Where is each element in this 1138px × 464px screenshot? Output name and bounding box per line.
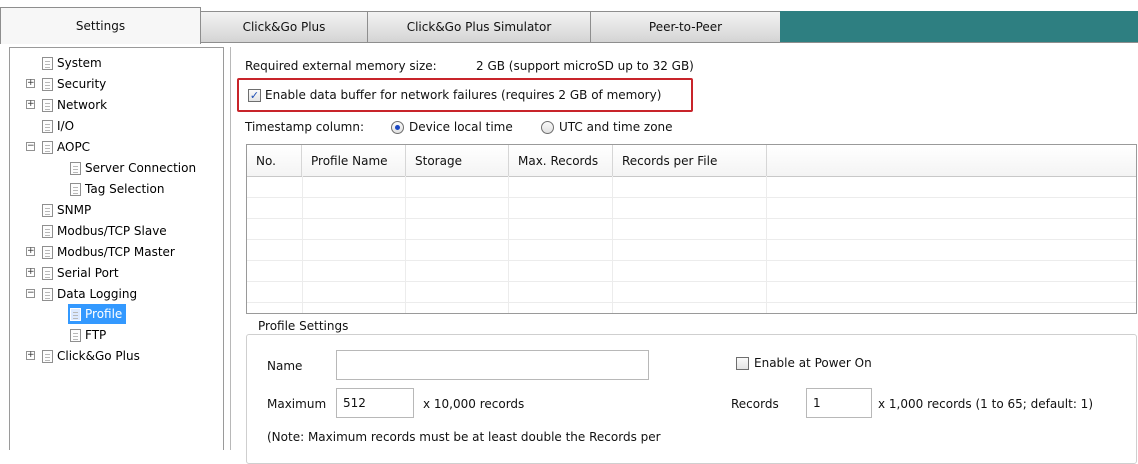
page-icon	[70, 328, 81, 342]
page-icon	[42, 98, 53, 112]
page-icon	[42, 287, 53, 301]
expand-icon[interactable]: +	[26, 79, 35, 88]
column-header-no[interactable]: No.	[247, 145, 302, 176]
tab-bar: Settings Click&Go Plus Click&Go Plus Sim…	[0, 0, 1138, 44]
tab-bar-filler	[780, 11, 1138, 43]
tree-item-click-go-plus[interactable]: Click&Go Plus	[42, 346, 140, 366]
tree-item-label: AOPC	[57, 140, 91, 154]
timestamp-label: Timestamp column:	[245, 120, 365, 134]
expand-icon[interactable]: +	[26, 351, 35, 360]
enable-at-power-on-label: Enable at Power On	[754, 356, 872, 370]
tree-item-ftp[interactable]: FTP	[70, 325, 106, 345]
tab-settings[interactable]: Settings	[0, 7, 201, 44]
tree-item-label: Tag Selection	[85, 182, 165, 196]
tree-item-label: Modbus/TCP Slave	[57, 224, 167, 238]
expand-icon[interactable]: +	[26, 100, 35, 109]
column-header-storage[interactable]: Storage	[406, 145, 509, 176]
tree-item-label: FTP	[85, 328, 107, 342]
profile-settings-panel: Required external memory size: 2 GB (sup…	[230, 47, 1138, 464]
tree-item-label: Data Logging	[57, 287, 138, 301]
grid-line	[247, 281, 1136, 282]
tree-item-aopc[interactable]: AOPC	[42, 137, 90, 157]
tree-item-label: Modbus/TCP Master	[57, 245, 175, 259]
tree-item-tag-selection[interactable]: Tag Selection	[70, 179, 164, 199]
page-icon	[42, 349, 53, 363]
page-icon	[70, 307, 81, 321]
records-input[interactable]: 1	[806, 388, 872, 418]
page-icon	[42, 119, 53, 133]
grid-line	[247, 197, 1136, 198]
tree-item-modbus-tcp-slave[interactable]: Modbus/TCP Slave	[42, 221, 167, 241]
memory-size-label: Required external memory size:	[245, 59, 437, 73]
tree-item-security[interactable]: Security	[42, 74, 106, 94]
page-icon	[42, 245, 53, 259]
tree-item-label: Profile	[85, 307, 123, 321]
maximum-records-note: (Note: Maximum records must be at least …	[267, 430, 661, 444]
tree-item-profile[interactable]: Profile	[68, 304, 127, 324]
tree-item-label: Security	[57, 77, 107, 91]
tree-item-server-connection[interactable]: Server Connection	[70, 158, 196, 178]
column-header-profile-name[interactable]: Profile Name	[302, 145, 406, 176]
maximum-unit: x 10,000 records	[423, 397, 525, 411]
name-label: Name	[267, 359, 303, 373]
profiles-table[interactable]: No. Profile Name Storage Max. Records Re…	[246, 144, 1137, 314]
collapse-icon[interactable]: −	[26, 142, 35, 151]
tab-divider	[200, 42, 1138, 43]
maximum-label: Maximum	[267, 397, 327, 411]
tab-peer-to-peer[interactable]: Peer-to-Peer	[590, 11, 781, 43]
navigation-tree: System + Security + Network I/O − AOPC S…	[9, 47, 224, 450]
collapse-icon[interactable]: −	[26, 289, 35, 298]
tree-item-label: Click&Go Plus	[57, 349, 140, 363]
table-header: No. Profile Name Storage Max. Records Re…	[247, 145, 1136, 177]
enable-at-power-on-checkbox[interactable]	[736, 357, 749, 370]
data-buffer-checkbox[interactable]: ✓	[248, 89, 261, 102]
page-icon	[42, 266, 53, 280]
tree-item-io[interactable]: I/O	[42, 116, 74, 136]
memory-size-value: 2 GB (support microSD up to 32 GB)	[476, 59, 694, 73]
utc-time-zone-label: UTC and time zone	[559, 120, 673, 134]
grid-line	[247, 239, 1136, 240]
tree-item-label: I/O	[57, 119, 75, 133]
tab-click-go-plus-simulator[interactable]: Click&Go Plus Simulator	[367, 11, 591, 43]
records-unit: x 1,000 records (1 to 65; default: 1)	[878, 397, 1093, 411]
page-icon	[42, 140, 53, 154]
records-label: Records	[731, 397, 779, 411]
grid-line	[247, 218, 1136, 219]
tree-item-data-logging[interactable]: Data Logging	[42, 284, 137, 304]
data-buffer-label: Enable data buffer for network failures …	[265, 88, 662, 102]
expand-icon[interactable]: +	[26, 247, 35, 256]
page-icon	[42, 56, 53, 70]
page-icon	[42, 224, 53, 238]
utc-time-zone-radio[interactable]	[541, 121, 554, 134]
tree-item-label: System	[57, 56, 102, 70]
grid-line	[247, 302, 1136, 303]
expand-icon[interactable]: +	[26, 268, 35, 277]
tree-item-network[interactable]: Network	[42, 95, 107, 115]
page-icon	[70, 182, 81, 196]
tree-item-system[interactable]: System	[42, 53, 102, 73]
device-local-time-label: Device local time	[409, 120, 513, 134]
page-icon	[42, 203, 53, 217]
maximum-input[interactable]: 512	[336, 388, 414, 418]
column-header-records-per-file[interactable]: Records per File	[613, 145, 767, 176]
tree-item-label: Network	[57, 98, 108, 112]
tree-item-label: Server Connection	[85, 161, 197, 175]
column-header-max-records[interactable]: Max. Records	[509, 145, 613, 176]
tree-item-label: SNMP	[57, 203, 92, 217]
page-icon	[42, 77, 53, 91]
tree-item-serial-port[interactable]: Serial Port	[42, 263, 119, 283]
grid-line	[247, 260, 1136, 261]
tree-item-snmp[interactable]: SNMP	[42, 200, 91, 220]
page-icon	[70, 161, 81, 175]
name-input[interactable]	[336, 350, 649, 380]
tree-item-modbus-tcp-master[interactable]: Modbus/TCP Master	[42, 242, 175, 262]
tree-item-label: Serial Port	[57, 266, 119, 280]
device-local-time-radio[interactable]	[391, 121, 404, 134]
profile-settings-title: Profile Settings	[255, 319, 352, 333]
tab-click-go-plus[interactable]: Click&Go Plus	[200, 11, 368, 43]
